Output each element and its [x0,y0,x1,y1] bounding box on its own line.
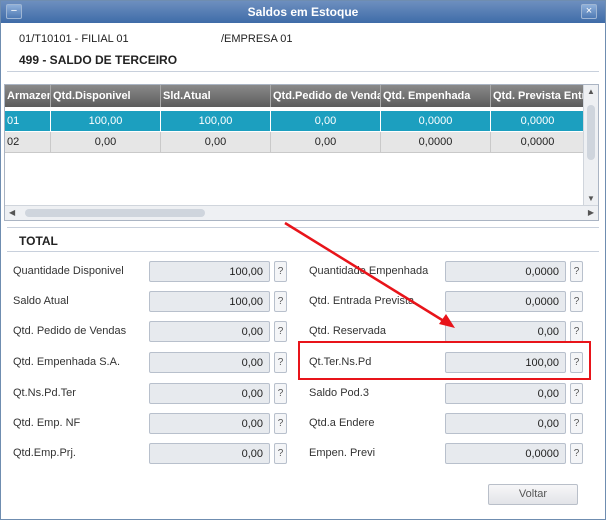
stock-balance-window: − Saldos em Estoque × 01/T10101 - FILIAL… [0,0,606,520]
back-button[interactable]: Voltar [488,484,578,505]
annotation-arrow-icon [284,221,455,328]
